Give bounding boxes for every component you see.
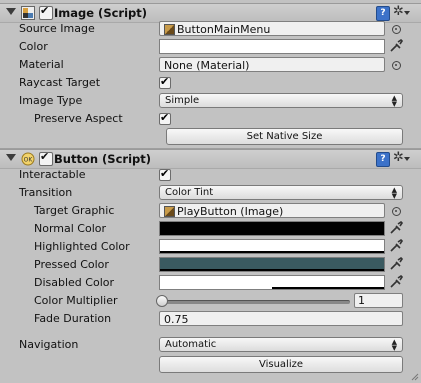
foldout-arrow-icon[interactable] (6, 8, 16, 15)
normal-color-label: Normal Color (34, 222, 107, 235)
source-image-label: Source Image (19, 22, 95, 35)
color-multiplier-input[interactable]: 1 (354, 293, 403, 308)
highlighted-color-field[interactable] (159, 239, 385, 254)
gear-dropdown-icon[interactable] (404, 157, 410, 161)
component-title: Button (Script) (54, 152, 151, 166)
pressed-color-label: Pressed Color (34, 258, 109, 271)
disabled-color-label: Disabled Color (34, 276, 115, 289)
preserve-aspect-checkbox[interactable] (159, 111, 171, 125)
raycast-target-label: Raycast Target (19, 76, 101, 89)
transition-dropdown[interactable]: Color Tint ▲ ▼ (159, 185, 403, 200)
color-multiplier-label: Color Multiplier (34, 294, 118, 307)
image-type-value: Simple (165, 95, 200, 106)
button-enabled-checkbox[interactable]: ✔ (39, 150, 53, 166)
interactable-checkbox[interactable] (159, 167, 171, 181)
gear-dropdown-icon[interactable] (404, 11, 410, 15)
material-field[interactable]: None (Material) (159, 57, 385, 72)
alpha-bar (160, 269, 384, 271)
disabled-color-field[interactable] (159, 275, 385, 290)
alpha-bar (160, 251, 384, 253)
gear-icon[interactable]: ✲ (393, 150, 404, 165)
raycast-target-checkbox[interactable] (159, 75, 171, 89)
target-graphic-label: Target Graphic (34, 204, 115, 217)
navigation-label: Navigation (19, 338, 79, 351)
normal-color-field[interactable] (159, 221, 385, 236)
target-graphic-field[interactable]: PlayButton (Image) (159, 203, 385, 218)
color-field[interactable] (159, 39, 385, 54)
pressed-color-field[interactable] (159, 257, 385, 272)
dropdown-arrows-icon: ▲ ▼ (391, 94, 397, 108)
color-label: Color (19, 40, 48, 53)
color-multiplier-slider-thumb[interactable] (156, 295, 168, 307)
preserve-aspect-label: Preserve Aspect (34, 112, 123, 125)
image-component-header[interactable]: ✔ Image (Script) ? ✲ (0, 3, 421, 23)
object-picker-icon[interactable] (392, 25, 401, 34)
resize-grip-icon[interactable] (411, 373, 419, 381)
image-type-dropdown[interactable]: Simple ▲ ▼ (159, 93, 403, 108)
dropdown-arrows-icon: ▲ ▼ (391, 338, 397, 352)
transition-value: Color Tint (165, 187, 214, 198)
object-picker-icon[interactable] (392, 61, 401, 70)
eyedropper-icon[interactable] (389, 221, 403, 235)
source-image-value: ButtonMainMenu (177, 23, 271, 36)
help-book-icon[interactable]: ? (376, 152, 390, 167)
object-picker-icon[interactable] (392, 207, 401, 216)
button-component-header[interactable]: OK ✔ Button (Script) ? ✲ (0, 149, 421, 169)
component-title: Image (Script) (54, 6, 148, 20)
target-graphic-value: PlayButton (Image) (177, 205, 284, 218)
eyedropper-icon[interactable] (389, 257, 403, 271)
set-native-size-button[interactable]: Set Native Size (166, 128, 403, 145)
button-component-icon: OK (21, 152, 35, 166)
image-enabled-checkbox[interactable]: ✔ (39, 4, 53, 20)
fade-duration-label: Fade Duration (34, 312, 112, 325)
dropdown-arrows-icon: ▲ ▼ (391, 186, 397, 200)
sprite-icon (164, 24, 175, 35)
image-type-label: Image Type (19, 94, 83, 107)
source-image-field[interactable]: ButtonMainMenu (159, 21, 385, 36)
alpha-fill (160, 287, 272, 289)
fade-duration-input[interactable]: 0.75 (159, 311, 403, 326)
visualize-button[interactable]: Visualize (159, 356, 403, 373)
color-multiplier-slider-track[interactable] (166, 300, 350, 304)
transition-label: Transition (19, 186, 73, 199)
svg-text:OK: OK (24, 157, 34, 164)
navigation-dropdown[interactable]: Automatic ▲ ▼ (159, 337, 403, 352)
eyedropper-icon[interactable] (389, 275, 403, 289)
gear-icon[interactable]: ✲ (393, 4, 404, 19)
navigation-value: Automatic (165, 339, 217, 350)
eyedropper-icon[interactable] (389, 239, 403, 253)
help-book-icon[interactable]: ? (376, 6, 390, 21)
foldout-arrow-icon[interactable] (6, 154, 16, 161)
interactable-label: Interactable (19, 168, 86, 181)
highlighted-color-label: Highlighted Color (34, 240, 130, 253)
material-label: Material (19, 58, 64, 71)
image-component-icon (21, 6, 35, 20)
sprite-icon (164, 206, 175, 217)
eyedropper-icon[interactable] (389, 39, 403, 53)
